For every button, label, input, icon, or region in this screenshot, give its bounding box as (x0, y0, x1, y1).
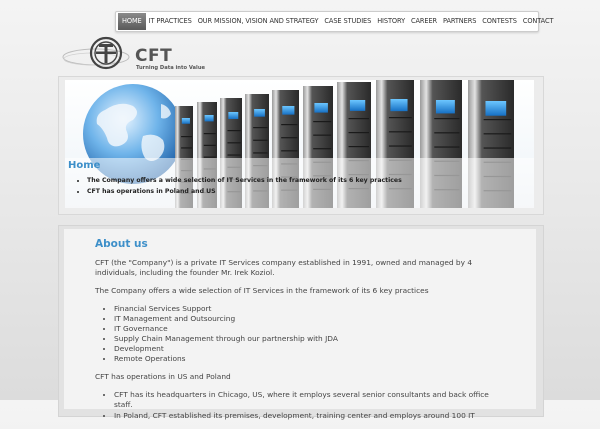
practices-list: Financial Services Support IT Management… (95, 304, 505, 364)
server-slot (281, 124, 298, 126)
server-slot (483, 147, 512, 149)
server-screen (435, 100, 455, 114)
logo-emblem-icon (62, 36, 130, 70)
list-item: IT Management and Outsourcing (114, 314, 505, 324)
server-slot (348, 118, 369, 120)
server-slot (181, 147, 192, 149)
server-screen (314, 103, 328, 113)
server-screen (282, 106, 295, 115)
server-slot (483, 133, 512, 135)
banner-bullets: The Company offers a wide selection of I… (79, 177, 402, 199)
list-item: Remote Operations (114, 354, 505, 364)
server-screen (390, 99, 408, 112)
list-item: CFT has its headquarters in Chicago, US,… (114, 390, 505, 410)
server-slot (227, 142, 241, 144)
banner-title: Home (68, 160, 101, 171)
main-nav: HOME IT PRACTICES OUR MISSION, VISION AN… (115, 11, 553, 32)
server-slot (203, 144, 216, 146)
list-item: Supply Chain Management through our part… (114, 334, 505, 344)
nav-contact[interactable]: CONTACT (520, 13, 557, 30)
nav-partners[interactable]: PARTNERS (440, 13, 479, 30)
server-slot (434, 146, 460, 148)
server-slot (281, 150, 298, 152)
server-slot (253, 139, 268, 141)
main-content: About us CFT (the "Company") is a privat… (64, 229, 536, 420)
server-slot (227, 154, 241, 156)
nav-career[interactable]: CAREER (408, 13, 440, 30)
server-screen (254, 109, 265, 117)
banner-bullet: The Company offers a wide selection of I… (87, 177, 402, 184)
hero-banner: Home The Company offers a wide selection… (65, 80, 534, 208)
server-slot (253, 152, 268, 154)
server-slot (203, 133, 216, 135)
server-screen (228, 112, 239, 120)
server-screen (204, 115, 214, 122)
nav-home[interactable]: HOME (118, 13, 146, 30)
server-slot (348, 146, 369, 148)
server-slot (313, 121, 332, 123)
server-slot (281, 137, 298, 139)
operations-intro: CFT has operations in US and Poland (95, 372, 231, 381)
server-slot (313, 134, 332, 136)
server-slot (181, 136, 192, 138)
nav-case-studies[interactable]: CASE STUDIES (321, 13, 374, 30)
site-logo[interactable]: CFT Turning Data into Value (62, 36, 222, 76)
server-slot (313, 148, 332, 150)
server-slot (388, 131, 412, 133)
about-heading: About us (95, 238, 148, 250)
server-screen (485, 101, 507, 116)
logo-tagline: Turning Data into Value (136, 65, 206, 71)
nav-mission[interactable]: OUR MISSION, VISION AND STRATEGY (195, 13, 322, 30)
banner-bullet: CFT has operations in Poland and US (87, 188, 402, 195)
list-item: Development (114, 344, 505, 354)
server-slot (348, 132, 369, 134)
nav-it-practices[interactable]: IT PRACTICES (146, 13, 195, 30)
list-item: Financial Services Support (114, 304, 505, 314)
logo-text: CFT (135, 46, 173, 66)
server-slot (483, 119, 512, 121)
practices-intro: The Company offers a wide selection of I… (95, 286, 429, 295)
server-slot (388, 117, 412, 119)
nav-history[interactable]: HISTORY (374, 13, 408, 30)
server-slot (434, 132, 460, 134)
list-item: IT Governance (114, 324, 505, 334)
about-intro: CFT (the "Company") is a private IT Serv… (95, 258, 473, 277)
server-screen (181, 118, 190, 124)
operations-list: CFT has its headquarters in Chicago, US,… (95, 390, 505, 421)
server-slot (253, 127, 268, 129)
list-item: In Poland, CFT established its premises,… (114, 411, 505, 421)
server-slot (227, 130, 241, 132)
nav-contests[interactable]: CONTESTS (479, 13, 520, 30)
server-slot (434, 118, 460, 120)
server-screen (349, 100, 366, 111)
server-slot (388, 145, 412, 147)
